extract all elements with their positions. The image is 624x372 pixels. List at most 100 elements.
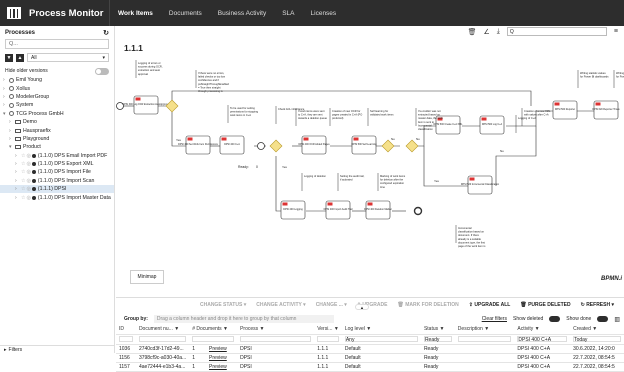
filter-icon[interactable]: ▼: [483, 326, 489, 332]
filter-icon[interactable]: ▼: [533, 326, 540, 332]
star-icon[interactable]: ☆: [21, 161, 25, 167]
exclusive-gateway[interactable]: [381, 139, 395, 153]
column-filter-input[interactable]: [138, 336, 187, 342]
action-mark-for-deletion[interactable]: 🗑 MARK FOR DELETION: [397, 302, 458, 308]
process-search-input[interactable]: Q...: [5, 39, 109, 49]
nav-business-activity[interactable]: Business Activity: [210, 0, 274, 26]
refresh-icon[interactable]: ↻: [103, 29, 109, 37]
nav-work-items[interactable]: Work Items: [110, 0, 161, 26]
column-filter-input[interactable]: Any: [344, 336, 418, 343]
star-icon[interactable]: ☆: [21, 178, 25, 184]
action-upgrade-all[interactable]: ⇪ UPGRADE ALL: [469, 302, 511, 308]
filters-footer[interactable]: ▸ Filters: [0, 345, 115, 353]
exclusive-gateway[interactable]: [269, 139, 283, 153]
column-header[interactable]: Description ▼: [454, 325, 515, 335]
filter-icon[interactable]: ▼: [365, 326, 371, 332]
column-filter-input[interactable]: DPSI 400 C+A: [517, 336, 568, 343]
star-icon[interactable]: ☆: [21, 195, 25, 201]
nav-sla[interactable]: SLA: [274, 0, 302, 26]
column-filter-input[interactable]: [192, 336, 235, 342]
star-icon[interactable]: ☆: [21, 186, 25, 192]
tree-item-label: Product: [23, 144, 41, 151]
column-header[interactable]: Created ▼: [570, 325, 624, 335]
filter-row: Any Ready DPSI 400 C+A Today: [116, 334, 624, 345]
folder-icon: [15, 136, 21, 141]
filter-icon[interactable]: ▼: [222, 326, 228, 332]
nav-documents[interactable]: Documents: [161, 0, 210, 26]
show-deleted-toggle[interactable]: [549, 316, 561, 322]
column-filter-input[interactable]: Ready: [423, 336, 452, 343]
clear-filters-link[interactable]: Clear filters: [482, 316, 507, 322]
column-header[interactable]: Process ▼: [237, 325, 315, 335]
tree-item[interactable]: › Demo: [0, 118, 114, 126]
download-icon[interactable]: ⤓: [497, 28, 500, 36]
tree-item[interactable]: ▾ Product: [0, 143, 114, 151]
bpmn-diagram[interactable]: DPSI 300 Log OCR Extraction AutoApproval…: [116, 56, 624, 301]
exclusive-gateway[interactable]: [165, 99, 179, 113]
tree-item[interactable]: › ☆ ◎ (1.1.1) DPSI: [0, 185, 114, 194]
preview-link[interactable]: Preview: [209, 355, 227, 361]
collapse-all-button[interactable]: ▼: [5, 53, 13, 62]
column-filter-input[interactable]: [317, 336, 339, 342]
filter-icon[interactable]: ▼: [332, 326, 339, 332]
trash-icon[interactable]: 🗑: [468, 28, 477, 36]
end-event[interactable]: [413, 206, 423, 216]
column-filter-input[interactable]: [119, 336, 133, 342]
group-drop-zone[interactable]: Drag a column header and drop it here to…: [153, 315, 334, 323]
column-header[interactable]: Status ▼: [420, 325, 455, 335]
hide-older-toggle[interactable]: [95, 67, 109, 75]
tree-item[interactable]: › ModelerGroup: [0, 93, 114, 101]
column-header[interactable]: Log level ▼: [341, 325, 421, 335]
column-header[interactable]: # Documents ▼: [189, 325, 238, 335]
action-change-activity[interactable]: CHANGE ACTIVITY ▾: [256, 302, 305, 308]
filter-select[interactable]: All ▾: [27, 53, 109, 62]
tree-item[interactable]: › Emil Young: [0, 76, 114, 84]
menu-icon[interactable]: ≡: [614, 28, 618, 35]
collapse-diagram-button[interactable]: ▲: [355, 304, 369, 310]
action-change-status[interactable]: CHANGE STATUS ▾: [200, 302, 246, 308]
table-row[interactable]: 1036 2740cd3f-17d2-49... 1 Preview DPSI 1.1.1…: [116, 344, 624, 354]
tree-item[interactable]: › ☆ ◎ (1.1.0) DPS Import File: [0, 168, 114, 176]
annotation-text: Creation of a new XML: [524, 109, 551, 113]
intermediate-event[interactable]: [257, 142, 265, 150]
column-filter-input[interactable]: Today: [573, 336, 621, 343]
table-row[interactable]: 1156 3798cf9c-a030-40a... 1 Preview DPSI 1.1.…: [116, 353, 624, 363]
columns-icon[interactable]: ▥: [614, 316, 620, 323]
preview-link[interactable]: Preview: [209, 364, 227, 370]
star-icon[interactable]: ☆: [21, 153, 25, 159]
group-by-label: Group by:: [124, 316, 148, 322]
filter-icon[interactable]: ▼: [438, 326, 445, 332]
annotation-text: Incremental: [418, 123, 432, 127]
exclusive-gateway[interactable]: [405, 139, 419, 153]
diagram-search-input[interactable]: Q: [506, 27, 607, 36]
action-purge-deleted[interactable]: 🗑 PURGE DELETED: [520, 302, 570, 308]
action-change[interactable]: CHANGE ... ▾: [316, 302, 347, 308]
tree-item[interactable]: › ☆ ◎ (1.1.0) DPS Export XML: [0, 160, 114, 168]
action-refresh[interactable]: ↻ REFRESH ▾: [581, 302, 614, 308]
column-filter-input[interactable]: [240, 336, 312, 342]
column-header[interactable]: Activity ▼: [514, 325, 571, 335]
filter-icon[interactable]: ▼: [173, 326, 179, 332]
column-header[interactable]: ID: [116, 325, 136, 335]
tree-item[interactable]: › ☆ ◎ (1.1.0) DPS Email Import PDF: [0, 152, 114, 160]
column-header[interactable]: Versi... ▼: [314, 325, 342, 335]
preview-link[interactable]: Preview: [209, 346, 227, 352]
filter-icon[interactable]: ▼: [591, 326, 597, 332]
show-done-toggle[interactable]: [597, 316, 609, 322]
tree-item[interactable]: › Playground: [0, 135, 114, 143]
tree-item[interactable]: › Xollus: [0, 84, 114, 92]
table-row[interactable]: 1157 4ae72444-e1b3-4a... 1 Preview DPSI 1.1.1…: [116, 362, 624, 372]
chart-icon[interactable]: ∠: [484, 28, 490, 36]
expand-all-button[interactable]: ▲: [16, 53, 24, 62]
tree-item[interactable]: › Hauspraefix: [0, 126, 114, 134]
minimap-button[interactable]: Minimap: [130, 270, 164, 284]
tree-item[interactable]: ▾ TCG Process GmbH: [0, 110, 114, 118]
column-filter-input[interactable]: [457, 336, 512, 342]
tree-item[interactable]: › System: [0, 101, 114, 109]
column-header[interactable]: Document nu... ▼: [135, 325, 190, 335]
nav-licenses[interactable]: Licenses: [303, 0, 345, 26]
star-icon[interactable]: ☆: [21, 169, 25, 175]
tree-item[interactable]: › ☆ ◎ (1.1.0) DPS Import Master Data: [0, 193, 114, 201]
tree-item[interactable]: › ☆ ◎ (1.1.0) DPS Import Scan: [0, 177, 114, 185]
filter-icon[interactable]: ▼: [258, 326, 265, 332]
